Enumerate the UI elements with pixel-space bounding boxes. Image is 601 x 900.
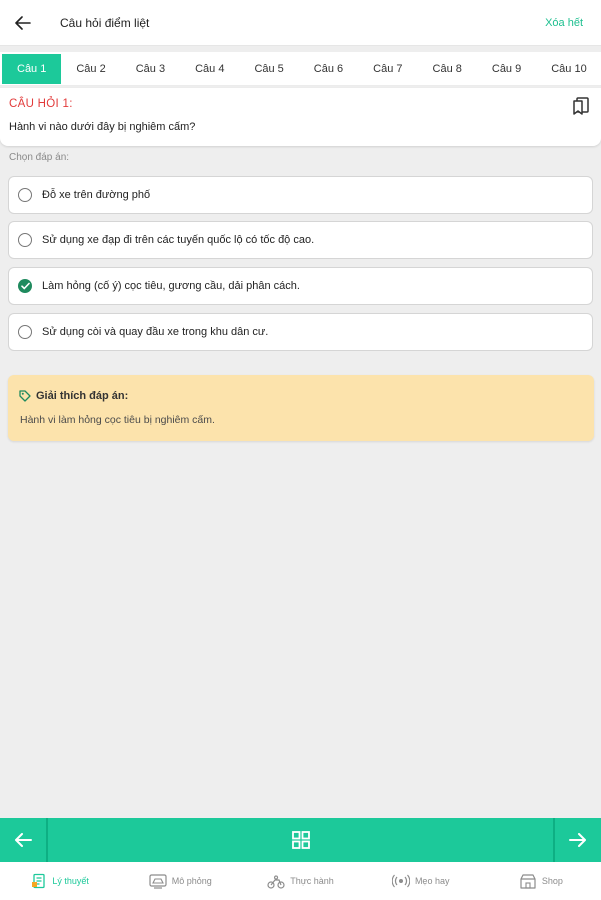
bookmark-icon[interactable] bbox=[571, 96, 591, 116]
answer-option-3[interactable]: Làm hỏng (cố ý) cọc tiêu, gương cầu, dải… bbox=[8, 267, 593, 305]
arrow-right-icon bbox=[569, 833, 586, 847]
radio-checked-icon[interactable] bbox=[18, 279, 32, 293]
tab-question-1[interactable]: Câu 1 bbox=[2, 53, 62, 84]
car-sim-icon bbox=[149, 874, 167, 889]
tab-theory[interactable]: Lý thuyết bbox=[0, 873, 120, 889]
answer-text: Đỗ xe trên đường phố bbox=[42, 189, 151, 201]
answer-option-4[interactable]: Sử dụng còi và quay đầu xe trong khu dân… bbox=[8, 313, 593, 351]
clear-all-button[interactable]: Xóa hết bbox=[545, 17, 583, 29]
tab-practice[interactable]: Thực hành bbox=[240, 873, 360, 889]
tab-question-10[interactable]: Câu 10 bbox=[536, 54, 601, 84]
tab-question-6[interactable]: Câu 6 bbox=[299, 54, 358, 84]
app-bar: Câu hỏi điểm liệt Xóa hết bbox=[0, 0, 601, 46]
tab-simulation[interactable]: Mô phỏng bbox=[120, 873, 240, 889]
question-grid-button[interactable] bbox=[46, 818, 555, 862]
tab-question-2[interactable]: Câu 2 bbox=[61, 54, 120, 84]
question-nav-bar bbox=[0, 818, 601, 862]
radio-unchecked-icon[interactable] bbox=[18, 233, 32, 247]
explanation-header: Giải thích đáp án: bbox=[19, 390, 128, 402]
question-tabs: Câu 1 Câu 2 Câu 3 Câu 4 Câu 5 Câu 6 Câu … bbox=[0, 52, 601, 86]
arrow-left-icon bbox=[15, 15, 31, 30]
tab-label: Thực hành bbox=[290, 876, 334, 886]
tab-label: Shop bbox=[541, 876, 563, 886]
explanation-title: Giải thích đáp án: bbox=[36, 390, 129, 402]
tab-question-5[interactable]: Câu 5 bbox=[239, 54, 298, 84]
question-card: CÂU HỎI 1: Hành vi nào dưới đây bị nghiê… bbox=[0, 88, 601, 146]
app-screen: Câu hỏi điểm liệt Xóa hết Câu 1 Câu 2 Câ… bbox=[0, 0, 601, 900]
arrow-left-icon bbox=[15, 833, 32, 847]
question-number: CÂU HỎI 1: bbox=[9, 98, 73, 110]
tab-label: Lý thuyết bbox=[52, 876, 89, 886]
tab-label: Mẹo hay bbox=[414, 876, 450, 886]
radio-unchecked-icon[interactable] bbox=[18, 325, 32, 339]
question-text: Hành vi nào dưới đây bị nghiêm cấm? bbox=[9, 121, 196, 133]
answer-text: Sử dụng còi và quay đầu xe trong khu dân… bbox=[42, 326, 269, 338]
tag-icon bbox=[19, 390, 31, 402]
tab-question-3[interactable]: Câu 3 bbox=[121, 54, 180, 84]
explanation-text: Hành vi làm hỏng cọc tiêu bị nghiêm cấm. bbox=[20, 414, 215, 426]
answer-option-1[interactable]: Đỗ xe trên đường phố bbox=[8, 176, 593, 214]
tab-question-7[interactable]: Câu 7 bbox=[358, 54, 417, 84]
choose-answer-label: Chọn đáp án: bbox=[9, 152, 70, 163]
answer-text: Sử dụng xe đạp đi trên các tuyến quốc lộ… bbox=[42, 234, 315, 246]
shop-icon bbox=[520, 874, 536, 889]
tab-question-9[interactable]: Câu 9 bbox=[477, 54, 536, 84]
check-icon bbox=[20, 282, 30, 290]
grid-icon bbox=[291, 831, 310, 849]
previous-question-button[interactable] bbox=[0, 818, 46, 862]
tab-label: Mô phỏng bbox=[171, 876, 212, 886]
answer-text: Làm hỏng (cố ý) cọc tiêu, gương cầu, dải… bbox=[42, 280, 300, 292]
radio-unchecked-icon[interactable] bbox=[18, 188, 32, 202]
explanation-box: Giải thích đáp án: Hành vi làm hỏng cọc … bbox=[8, 375, 594, 441]
tab-tips[interactable]: Mẹo hay bbox=[361, 873, 481, 889]
book-icon bbox=[32, 873, 45, 889]
tab-shop[interactable]: Shop bbox=[481, 873, 601, 889]
page-title: Câu hỏi điểm liệt bbox=[60, 15, 150, 30]
bottom-tab-bar: Lý thuyết Mô phỏng Thực hành Mẹo hay Sho… bbox=[0, 862, 601, 900]
tab-question-4[interactable]: Câu 4 bbox=[180, 54, 239, 84]
motorbike-icon bbox=[267, 875, 285, 889]
tab-question-8[interactable]: Câu 8 bbox=[418, 54, 477, 84]
broadcast-icon bbox=[391, 874, 410, 888]
back-button[interactable] bbox=[0, 0, 46, 46]
next-question-button[interactable] bbox=[555, 818, 601, 862]
answer-option-2[interactable]: Sử dụng xe đạp đi trên các tuyến quốc lộ… bbox=[8, 221, 593, 259]
